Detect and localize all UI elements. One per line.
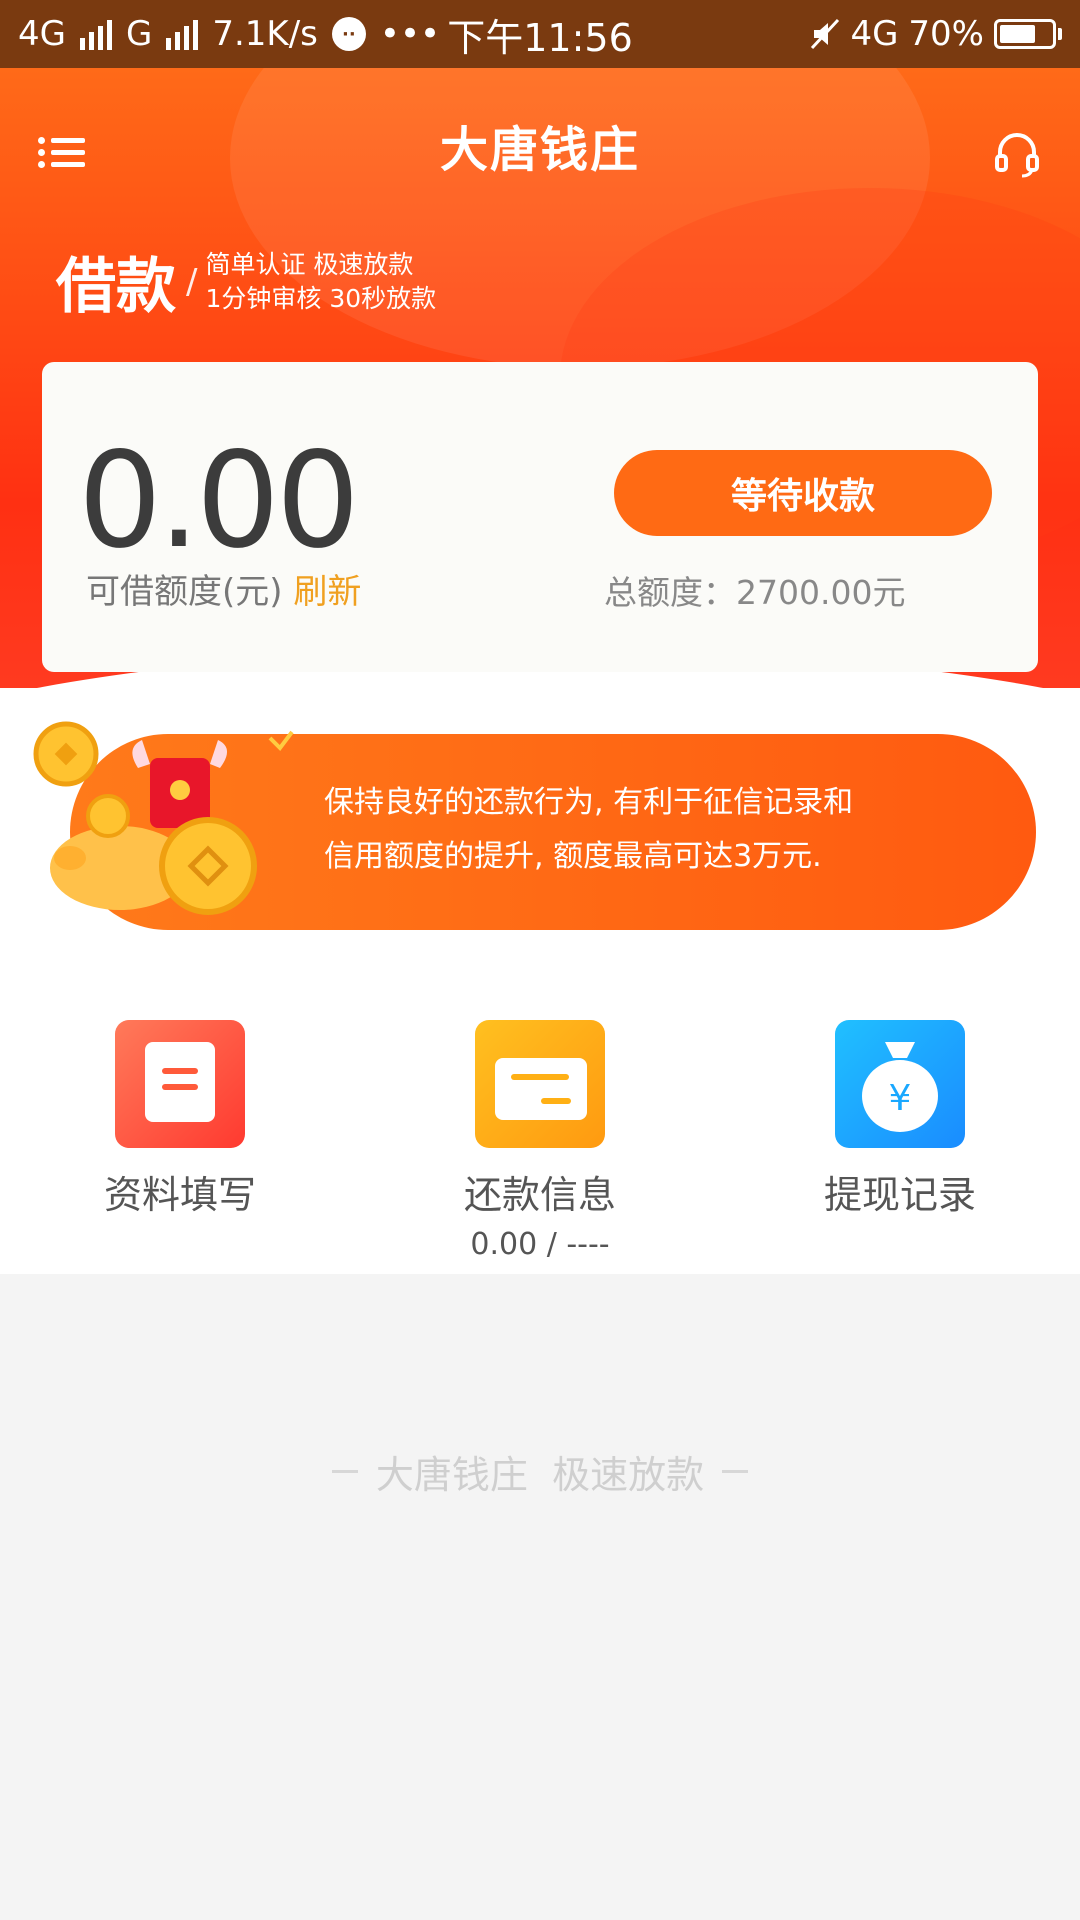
banner-text: 保持良好的还款行为, 有利于征信记录和 信用额度的提升, 额度最高可达3万元. bbox=[324, 776, 853, 884]
piggy-coins-icon bbox=[33, 721, 294, 915]
top-bar: 大唐钱庄 bbox=[0, 68, 1080, 208]
headset-icon[interactable] bbox=[992, 130, 1042, 180]
svg-text:¥: ¥ bbox=[889, 1078, 912, 1119]
card-icon bbox=[475, 1020, 605, 1148]
total-limit: 总额度：2700.00元 bbox=[604, 573, 906, 612]
slogan-line-1: 简单认证 极速放款 bbox=[205, 249, 414, 279]
slogan-line-2: 1分钟审核 30秒放款 bbox=[205, 283, 437, 313]
shortcut-withdraw-records[interactable]: ¥ 提现记录 bbox=[750, 1020, 1050, 1219]
shortcut-label: 还款信息 bbox=[463, 1173, 616, 1217]
slogan-title: 借款 bbox=[56, 252, 176, 322]
money-bag-icon: ¥ bbox=[835, 1020, 965, 1148]
available-amount: 0.00 bbox=[78, 424, 360, 578]
shortcut-label: 提现记录 bbox=[823, 1173, 976, 1217]
available-label-row: 可借额度(元) 刷新 bbox=[86, 564, 361, 613]
document-icon bbox=[115, 1020, 245, 1148]
status-time: 下午11:56 bbox=[447, 15, 633, 60]
banner-line-1: 保持良好的还款行为, 有利于征信记录和 bbox=[324, 785, 854, 820]
slogan-lines: 简单认证 极速放款 1分钟审核 30秒放款 bbox=[205, 248, 436, 316]
shortcut-profile[interactable]: 资料填写 bbox=[30, 1020, 330, 1219]
loan-card: 0.00 可借额度(元) 刷新 等待收款 总额度：2700.00元 bbox=[42, 362, 1038, 672]
page-title: 大唐钱庄 bbox=[439, 122, 640, 178]
slogan-divider: / bbox=[186, 261, 198, 302]
banner-line-2: 信用额度的提升, 额度最高可达3万元. bbox=[324, 839, 822, 874]
footer-dash-right bbox=[722, 1470, 749, 1473]
footer-slogan-text: 大唐钱庄 极速放款 bbox=[375, 1453, 705, 1497]
status-bar: 4G G 7.1K/s ·· ••• 下午11:56 4G 70% bbox=[0, 0, 1080, 68]
wait-receive-button[interactable]: 等待收款 bbox=[614, 450, 992, 536]
shortcut-repayment[interactable]: 还款信息 0.00 / ---- bbox=[390, 1020, 690, 1262]
shortcut-label: 资料填写 bbox=[103, 1173, 256, 1217]
loan-slogan: 借款 / 简单认证 极速放款 1分钟审核 30秒放款 bbox=[56, 238, 436, 325]
refresh-link[interactable]: 刷新 bbox=[293, 572, 361, 612]
available-label: 可借额度(元) bbox=[86, 572, 283, 612]
footer-slogan: 大唐钱庄 极速放款 bbox=[0, 1444, 1080, 1499]
repayment-amount: 0.00 / ---- bbox=[470, 1227, 610, 1262]
footer-dash-left bbox=[331, 1470, 358, 1473]
